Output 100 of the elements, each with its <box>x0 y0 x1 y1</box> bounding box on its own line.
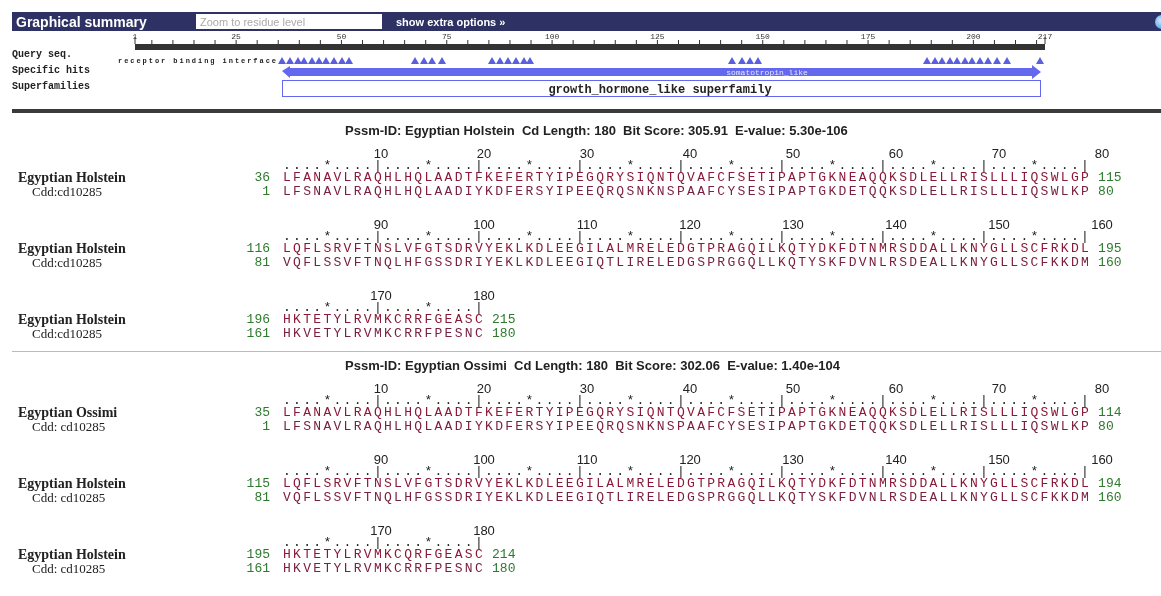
ruler-number: 130 <box>782 453 804 466</box>
end-position: 180 <box>492 327 516 341</box>
end-position: 195 <box>1098 242 1122 256</box>
ruler-number: 170 <box>370 524 392 537</box>
ruler-number: 40 <box>682 382 698 395</box>
ruler-marks: ....*....|....*....|....*....|....*....|....*....|....*....|....*....|....*....| <box>283 395 1093 406</box>
ruler-number: 160 <box>1091 453 1113 466</box>
tick-label: 1 <box>132 32 138 41</box>
tick-label: 150 <box>755 32 770 41</box>
ruler-marks: ....*....|....*....| <box>283 537 487 548</box>
ruler-number: 150 <box>988 453 1010 466</box>
ruler-number: 40 <box>682 147 698 160</box>
ruler-number: 170 <box>370 289 392 302</box>
subject-sequence: LFSNAVLRAQHLHQLAADIYKDFERSYIPEEQRQSNKNSPAAFCYSESIPAPTGKDETQQKSDLELLRISLLLIQSWLKP <box>283 185 1092 199</box>
ruler-number: 50 <box>785 147 801 160</box>
end-position: 114 <box>1098 406 1122 420</box>
ruler-number: 180 <box>473 524 495 537</box>
end-position: 160 <box>1098 491 1122 505</box>
ruler-number: 90 <box>373 218 389 231</box>
subject-name: Cdd: cd10285 <box>32 562 107 576</box>
ruler-number: 110 <box>576 218 598 231</box>
subject-sequence: VQFLSSVFTNQLHFGSSDRIYEKLKDLEEGIQTLIRELEDGSPRGGQLLKQTYSKFDVNLRSDEALLKNYGLLSCFKKDM <box>283 256 1092 270</box>
start-position: 196 <box>245 313 270 327</box>
end-position: 180 <box>492 562 516 576</box>
tick-label: 50 <box>336 32 347 41</box>
end-position: 80 <box>1098 420 1114 434</box>
tick-label: 200 <box>966 32 981 41</box>
ruler-marks: ....*....|....*....|....*....|....*....|....*....|....*....|....*....|....*....| <box>283 466 1093 477</box>
ruler-number: 110 <box>576 453 598 466</box>
ruler-number: 30 <box>579 147 595 160</box>
extra-options-link[interactable]: show extra options » <box>396 15 506 28</box>
tick-label: 25 <box>231 32 241 41</box>
end-position: 80 <box>1098 185 1114 199</box>
ruler-number: 10 <box>373 382 389 395</box>
query-name: Egyptian Holstein <box>18 477 127 491</box>
ruler-number: 150 <box>988 218 1010 231</box>
toolbar-title: Graphical summary <box>16 13 148 30</box>
query-sequence: HKTETYLRVMKCRRFGEASC <box>283 313 486 327</box>
ruler-marks: ....*....|....*....|....*....|....*....|....*....|....*....|....*....|....*....| <box>283 231 1093 242</box>
start-position: 1 <box>261 185 270 199</box>
zoom-field[interactable]: Zoom to residue level <box>196 14 382 29</box>
end-position: 160 <box>1098 256 1122 270</box>
ruler-number: 60 <box>888 147 904 160</box>
ruler-number: 120 <box>679 453 701 466</box>
query-name: Egyptian Holstein <box>18 171 127 185</box>
ruler-number: 70 <box>991 147 1007 160</box>
track-label: Superfamilies <box>12 81 91 93</box>
start-position: 161 <box>245 562 270 576</box>
query-name: Egyptian Ossimi <box>18 406 119 420</box>
subject-sequence: HKVETYLRVMKCRRFPESNC <box>283 327 486 341</box>
hit-label: somatotropin_like <box>726 68 808 77</box>
query-name: Egyptian Holstein <box>18 242 127 256</box>
query-name: Egyptian Holstein <box>18 313 127 327</box>
query-sequence: LQFLSRVFTNSLVFGTSDRVYEKLKDLEEGILALMRELEDGTPRAGQILKQTYDKFDTNMRSDDALLKNYGLLSCFRKDL <box>283 242 1092 256</box>
end-position: 194 <box>1098 477 1122 491</box>
ruler-number: 70 <box>991 382 1007 395</box>
ruler-number: 100 <box>473 453 495 466</box>
start-position: 35 <box>253 406 270 420</box>
ruler-number: 20 <box>476 382 492 395</box>
query-sequence: LQFLSRVFTNSLVFGTSDRVYEKLKDLEEGILALMRELEDGTPRAGQILKQTYDKFDTNMRSDDALLKNYGLLSCFRKDL <box>283 477 1092 491</box>
ruler-number: 80 <box>1094 147 1110 160</box>
subject-name: Cdd: cd10285 <box>32 420 107 434</box>
subject-name: Cdd: cd10285 <box>32 491 107 505</box>
start-position: 81 <box>253 491 270 505</box>
alignment-header: Pssm-ID: Egyptian Ossimi Cd Length: 180 Bit Score: 302.06 E-value: 1.40e-104 <box>344 358 841 373</box>
track-label: Specific hits <box>12 65 91 77</box>
start-position: 36 <box>253 171 270 185</box>
query-name: Egyptian Holstein <box>18 548 127 562</box>
start-position: 1 <box>261 420 270 434</box>
alignment-header: Pssm-ID: Egyptian Holstein Cd Length: 180 Bit Score: 305.91 E-value: 5.30e-106 <box>344 123 849 138</box>
tick-label: 175 <box>860 32 876 41</box>
subject-name: Cdd:cd10285 <box>32 256 104 270</box>
ruler-number: 120 <box>679 218 701 231</box>
tick-label: 125 <box>650 32 665 41</box>
end-position: 215 <box>492 313 516 327</box>
start-position: 81 <box>253 256 270 270</box>
ruler-number: 180 <box>473 289 495 302</box>
subject-sequence: HKVETYLRVMKCRRFPESNC <box>283 562 486 576</box>
query-sequence: LFANAVLRAQHLHQLAADTFKEFERTYIPEGQRYSIQNTQVAFCFSETIPAPTGKNEAQQKSDLELLRISLLLIQSWLGP <box>283 171 1092 185</box>
tick-label: 217 <box>1037 32 1053 41</box>
end-position: 214 <box>492 548 516 562</box>
tick-label: 75 <box>441 32 452 41</box>
query-sequence: LFANAVLRAQHLHQLAADTFKEFERTYIPEGQRYSIQNTQVAFCFSETIPAPTGKNEAQQKSDLELLRISLLLIQSWLGP <box>283 406 1092 420</box>
ruler-number: 140 <box>885 453 907 466</box>
start-position: 116 <box>245 242 270 256</box>
query-sequence: HKTETYLRVMKCQRFGEASC <box>283 548 486 562</box>
tick-label: 100 <box>544 32 560 41</box>
ruler-number: 20 <box>476 147 492 160</box>
subject-sequence: VQFLSSVFTNQLHFGSSDRIYEKLKDLEEGIQTLIRELEDGSPRGGQLLKQTYSKFDVNLRSDEALLKNYGLLSCFKKDM <box>283 491 1092 505</box>
ruler-number: 90 <box>373 453 389 466</box>
ruler-marks: ....*....|....*....| <box>283 302 487 313</box>
ruler-number: 130 <box>782 218 804 231</box>
ruler-number: 160 <box>1091 218 1113 231</box>
end-position: 115 <box>1098 171 1122 185</box>
ruler-number: 50 <box>785 382 801 395</box>
subject-name: Cdd:cd10285 <box>32 327 104 341</box>
ruler-number: 10 <box>373 147 389 160</box>
start-position: 115 <box>245 477 270 491</box>
subject-name: Cdd:cd10285 <box>32 185 104 199</box>
ruler-number: 60 <box>888 382 904 395</box>
